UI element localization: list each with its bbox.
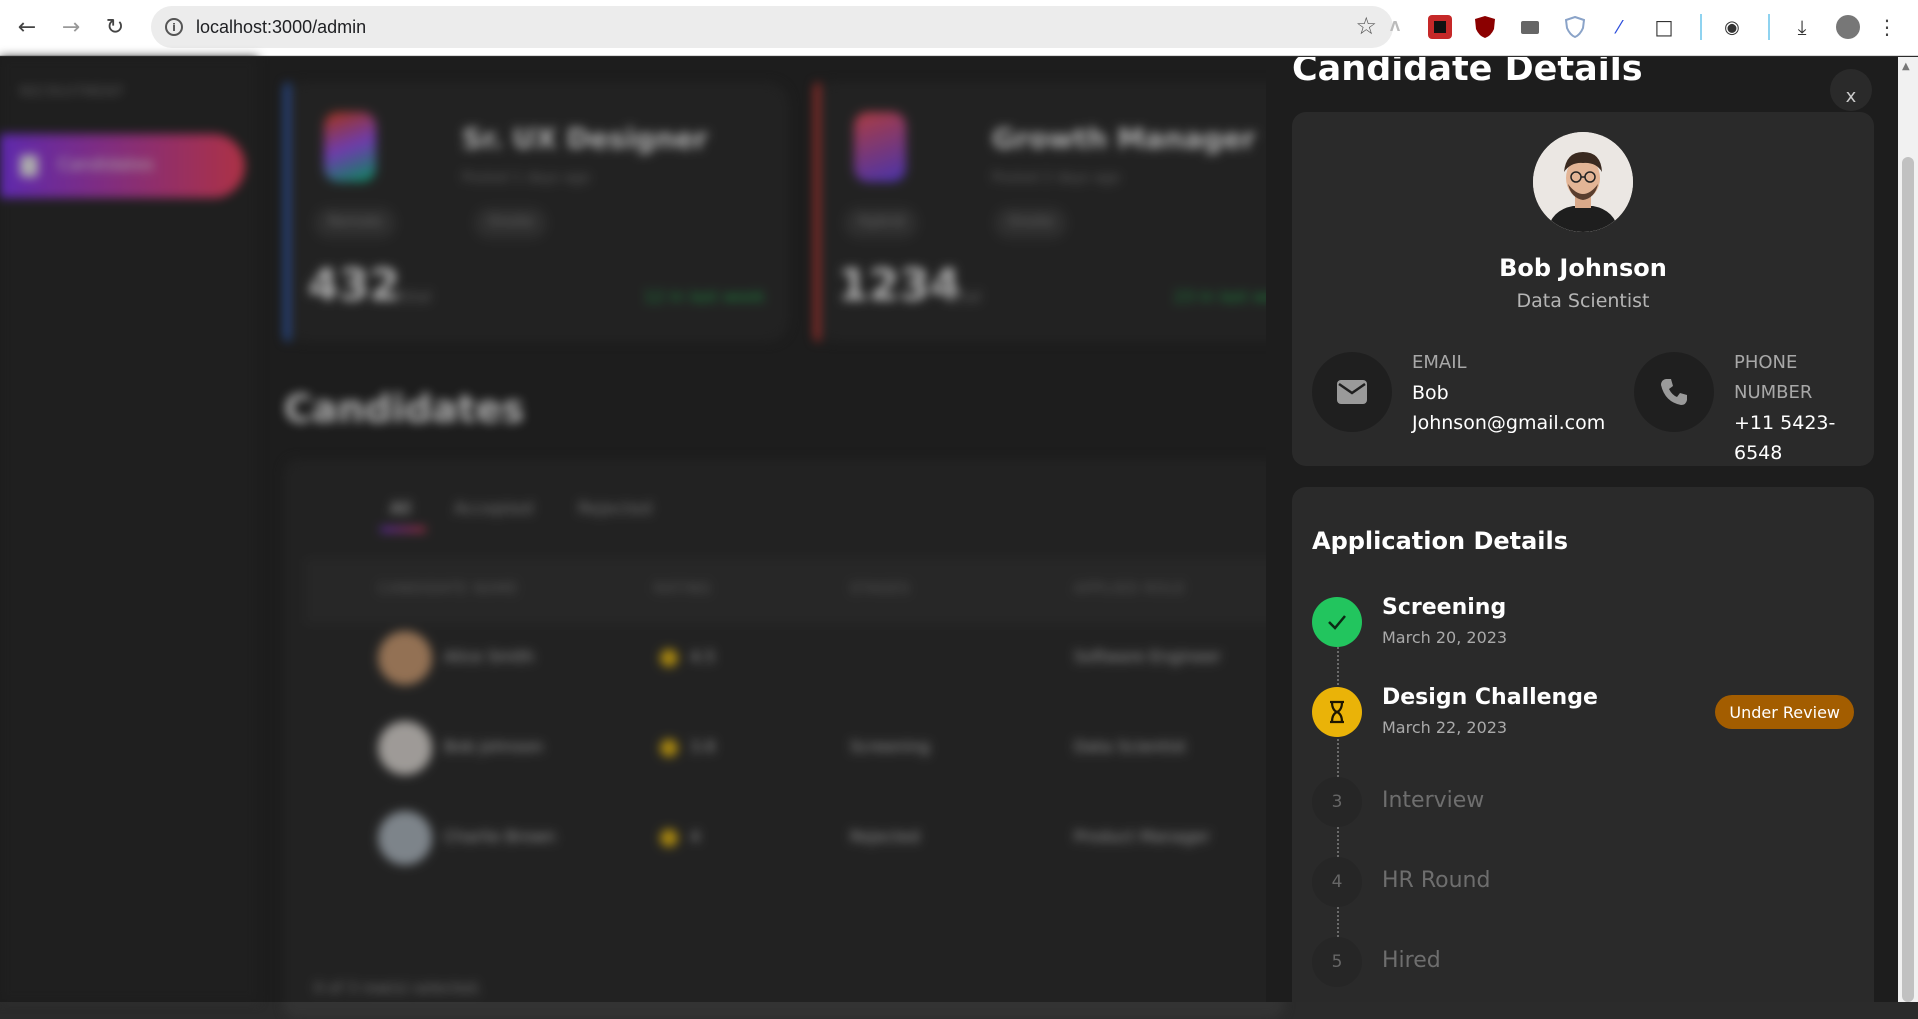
back-arrow-icon[interactable]: ← — [12, 12, 42, 42]
extension-pen-icon[interactable]: ⁄ — [1607, 15, 1631, 39]
hourglass-icon — [1312, 687, 1362, 737]
phone-icon — [1634, 352, 1714, 432]
step-name: HR Round — [1382, 868, 1491, 893]
scroll-up-arrow-icon[interactable]: ▲ — [1902, 61, 1910, 72]
browser-toolbar: ← → ↻ i localhost:3000/admin ☆ Λ ⁄ □ ◉ ⤓… — [0, 0, 1918, 56]
phone-value: +11 5423-6548 — [1734, 412, 1836, 464]
candidate-details-drawer: Candidate Details x Bob Johnson Data Sci… — [1266, 57, 1898, 1002]
ublock-shield-icon[interactable] — [1473, 15, 1497, 39]
page-scrollbar[interactable]: ▲ — [1898, 57, 1918, 1002]
screenshot-icon[interactable]: ◉ — [1720, 15, 1744, 39]
candidate-avatar — [1533, 132, 1633, 232]
step-name: Interview — [1382, 788, 1485, 813]
address-bar[interactable]: i localhost:3000/admin ☆ — [151, 6, 1393, 48]
step-number: 3 — [1312, 777, 1362, 827]
check-icon — [1312, 597, 1362, 647]
download-icon[interactable]: ⤓ — [1790, 15, 1814, 39]
menu-kebab-icon[interactable]: ⋮ — [1875, 15, 1899, 39]
toolbar-divider — [1768, 14, 1770, 40]
profile-avatar-icon[interactable] — [1836, 15, 1860, 39]
toolbar-divider — [1700, 14, 1702, 40]
candidate-name: Bob Johnson — [1499, 254, 1667, 282]
extension-red-icon[interactable] — [1428, 15, 1452, 39]
step-number: 4 — [1312, 857, 1362, 907]
application-details-card: Application Details Screening March 20, … — [1292, 487, 1874, 1002]
step-name: Hired — [1382, 948, 1441, 973]
email-value-line1: Bob — [1412, 382, 1449, 404]
extension-a-icon[interactable]: Λ — [1383, 15, 1407, 39]
mail-icon — [1312, 352, 1392, 432]
site-info-icon[interactable]: i — [165, 18, 183, 36]
email-value-line2: Johnson@gmail.com — [1412, 412, 1606, 434]
profile-card: Bob Johnson Data Scientist EMAIL Bob Joh… — [1292, 112, 1874, 466]
scroll-thumb[interactable] — [1902, 157, 1914, 1002]
phone-label-line2: NUMBER — [1734, 382, 1813, 403]
application-details-title: Application Details — [1312, 527, 1569, 555]
email-label: EMAIL — [1412, 352, 1467, 373]
step-date: March 22, 2023 — [1382, 718, 1508, 737]
drawer-title: Candidate Details — [1292, 57, 1643, 89]
step-name: Screening — [1382, 595, 1507, 620]
bookmark-star-icon[interactable]: ☆ — [1355, 12, 1377, 40]
phone-label-line1: PHONE — [1734, 352, 1798, 373]
reload-icon[interactable]: ↻ — [100, 12, 130, 42]
modal-backdrop[interactable] — [0, 57, 1268, 1002]
extension-shield-icon[interactable] — [1563, 15, 1587, 39]
step-date: March 20, 2023 — [1382, 628, 1508, 647]
close-button[interactable]: x — [1830, 69, 1872, 111]
status-badge: Under Review — [1715, 695, 1854, 729]
candidate-role: Data Scientist — [1516, 290, 1650, 312]
extension-window-icon[interactable] — [1518, 15, 1542, 39]
step-name: Design Challenge — [1382, 685, 1598, 710]
step-number: 5 — [1312, 937, 1362, 987]
forward-arrow-icon[interactable]: → — [56, 12, 86, 42]
extensions-puzzle-icon[interactable]: □ — [1652, 15, 1676, 39]
url-text[interactable]: localhost:3000/admin — [196, 17, 366, 38]
